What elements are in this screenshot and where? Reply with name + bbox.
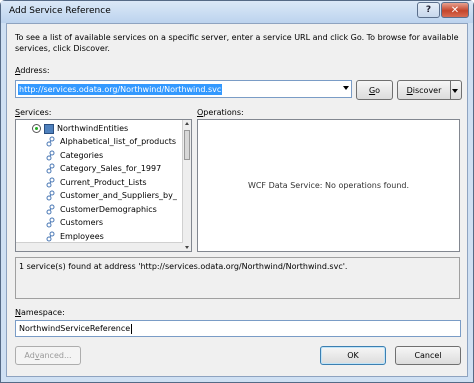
operations-label: Operations: — [197, 108, 244, 117]
tree-item-entity-set[interactable]: Alphabetical_list_of_products — [46, 135, 176, 148]
services-tree[interactable]: NorthwindEntities Alphabetical_list_of_p… — [15, 119, 192, 252]
vertical-scrollbar[interactable] — [182, 120, 191, 251]
tree-item-label: NorthwindEntities — [57, 124, 129, 133]
entity-set-icon — [46, 177, 57, 188]
discover-dropdown-button[interactable] — [450, 80, 462, 100]
scroll-down-icon[interactable] — [185, 246, 189, 249]
tree-item-entity-set[interactable]: Categories — [46, 149, 103, 162]
tree-item-label: CustomerDemographics — [60, 204, 157, 214]
address-input-value[interactable]: http://services.odata.org/Northwind/Nort… — [18, 84, 223, 95]
tree-item-entity-set[interactable]: Current_Product_Lists — [46, 176, 147, 189]
entity-set-icon — [46, 204, 57, 215]
close-icon: ✕ — [450, 4, 460, 16]
entity-set-icon — [46, 150, 57, 161]
intro-text: To see a list of available services on a… — [15, 33, 459, 53]
dialog-body: To see a list of available services on a… — [6, 23, 468, 377]
tree-item-label: Customers — [60, 218, 104, 227]
tree-item-entity-set[interactable]: Customers — [46, 216, 103, 229]
chevron-down-icon — [452, 89, 458, 93]
tree-item-label: Category_Sales_for_1997 — [60, 164, 162, 173]
help-button[interactable]: ? — [417, 2, 440, 18]
close-button[interactable]: ✕ — [441, 2, 469, 18]
status-box: 1 service(s) found at address 'http://se… — [15, 257, 460, 299]
tree-item-entity-set[interactable]: Employees — [46, 230, 104, 243]
services-label: Services: — [15, 108, 52, 117]
tree-item-entity-set[interactable]: CustomerDemographics — [46, 203, 157, 216]
ok-button[interactable]: OK — [320, 346, 386, 365]
tree-item-root[interactable]: NorthwindEntities — [32, 122, 128, 135]
tree-item-label: Current_Product_Lists — [60, 177, 147, 187]
horizontal-scrollbar[interactable] — [16, 242, 183, 251]
help-icon: ? — [425, 5, 432, 15]
scroll-up-icon[interactable] — [185, 122, 189, 125]
namespace-value[interactable]: NorthwindServiceReference — [19, 323, 133, 334]
chevron-down-icon[interactable] — [343, 86, 349, 90]
cancel-button[interactable]: Cancel — [395, 346, 461, 365]
go-button[interactable]: Go — [356, 80, 393, 100]
tree-item-entity-set[interactable]: Category_Sales_for_1997 — [46, 162, 161, 175]
operations-panel: WCF Data Service: No operations found. — [197, 119, 460, 252]
tree-item-entity-set[interactable]: Customer_and_Suppliers_by_ — [46, 189, 177, 202]
status-message: 1 service(s) found at address 'http://se… — [19, 262, 348, 271]
entity-set-icon — [46, 231, 57, 242]
scroll-thumb[interactable] — [184, 130, 190, 160]
entity-set-icon — [46, 190, 57, 201]
entity-set-icon — [46, 163, 57, 174]
add-service-reference-dialog: Add Service Reference ? ✕ To see a list … — [0, 0, 474, 383]
tree-item-label: Employees — [60, 231, 104, 241]
entity-set-icon — [46, 136, 57, 147]
text-caret — [131, 323, 133, 334]
dialog-title: Add Service Reference — [9, 6, 111, 16]
title-bar[interactable]: Add Service Reference ? ✕ — [1, 1, 473, 23]
discover-button[interactable]: Discover — [397, 80, 451, 100]
advanced-button[interactable]: Ad v anced... — [15, 346, 81, 365]
tree-item-label: Customer_and_Suppliers_by_ — [60, 191, 177, 200]
tree-item-label: Alphabetical_list_of_products — [60, 137, 177, 146]
address-combobox[interactable]: http://services.odata.org/Northwind/Nort… — [15, 80, 352, 98]
tree-expander-icon[interactable] — [32, 124, 41, 133]
service-container-icon — [44, 123, 54, 134]
address-label: Address: — [15, 66, 50, 75]
entity-set-icon — [46, 217, 57, 228]
namespace-input[interactable]: NorthwindServiceReference — [15, 320, 461, 337]
namespace-label: Namespace: — [15, 308, 65, 317]
tree-item-label: Categories — [60, 150, 104, 160]
operations-message: WCF Data Service: No operations found. — [247, 181, 410, 190]
